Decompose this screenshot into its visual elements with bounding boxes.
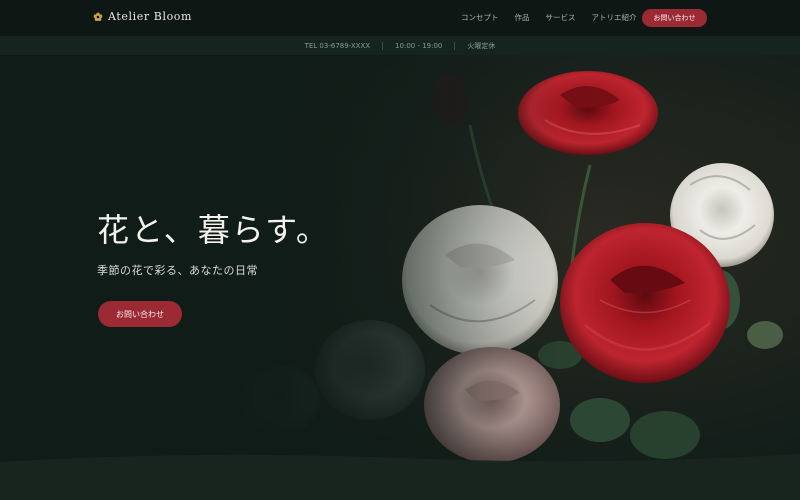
bottom-wave-divider [0, 454, 800, 500]
divider [454, 41, 456, 50]
brand-logo[interactable]: Atelier Bloom [93, 10, 192, 23]
menu-item-works[interactable]: 作品 [515, 12, 530, 23]
main-menu: コンセプト 作品 サービス アトリエ紹介 [461, 12, 653, 23]
closed-day: 火曜定休 [467, 41, 496, 50]
brand-name: Atelier Bloom [108, 10, 193, 23]
top-navigation: Atelier Bloom コンセプト 作品 サービス アトリエ紹介 お問い合わ… [0, 0, 800, 36]
business-hours: 10:00 - 19:00 [395, 41, 443, 50]
menu-item-atelier[interactable]: アトリエ紹介 [592, 12, 637, 23]
info-bar: TEL 03-6789-XXXX 10:00 - 19:00 火曜定休 [0, 36, 800, 55]
hero-section: 花と、暮らす。 季節の花で彩る、あなたの日常 お問い合わせ [0, 55, 800, 500]
flower-icon [93, 12, 103, 21]
phone-number[interactable]: TEL 03-6789-XXXX [305, 42, 370, 50]
menu-item-services[interactable]: サービス [546, 12, 576, 23]
hero-subtitle: 季節の花で彩る、あなたの日常 [97, 264, 258, 277]
hero-title: 花と、暮らす。 [97, 211, 330, 249]
nav-contact-button[interactable]: お問い合わせ [642, 9, 707, 27]
hero-contact-button[interactable]: お問い合わせ [98, 301, 182, 327]
divider [382, 41, 384, 50]
menu-item-concept[interactable]: コンセプト [461, 12, 499, 23]
